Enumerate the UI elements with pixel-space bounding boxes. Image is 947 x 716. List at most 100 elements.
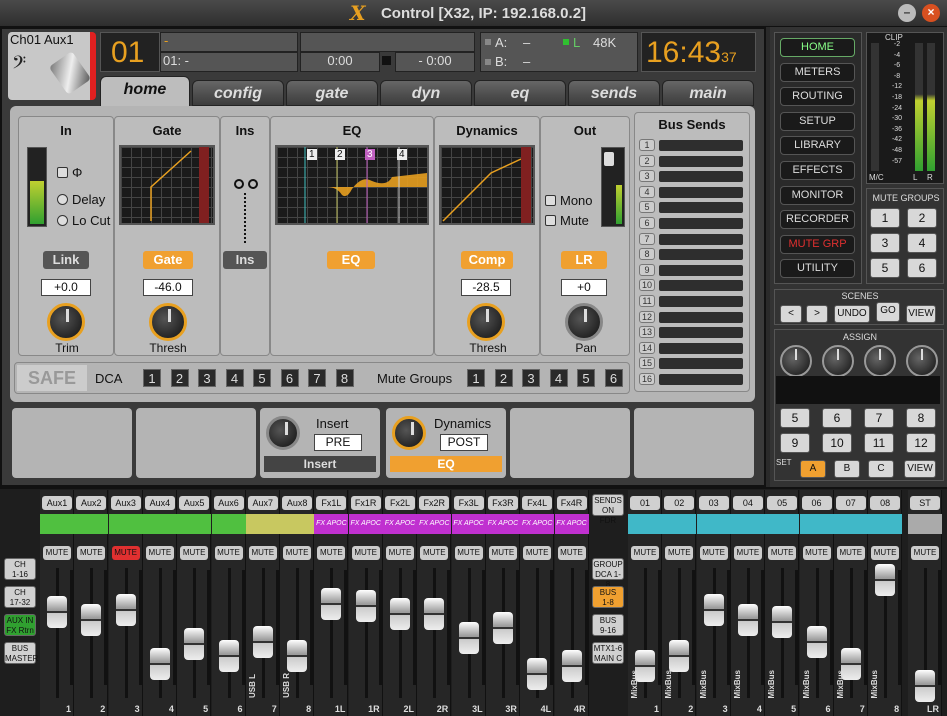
close-icon[interactable]: × xyxy=(922,4,940,22)
mute-checkbox[interactable]: Mute xyxy=(545,213,589,228)
eq-bar-button[interactable]: EQ xyxy=(390,456,502,472)
assign-knob-3[interactable] xyxy=(864,345,896,377)
mute-button[interactable]: MUTE xyxy=(768,546,797,560)
comp-thresh-knob[interactable] xyxy=(467,303,505,341)
bus-send-bar[interactable] xyxy=(659,327,743,339)
bus-send-bar[interactable] xyxy=(659,249,743,261)
dca-button-3[interactable]: 3 xyxy=(198,369,216,387)
tab-main[interactable]: main xyxy=(662,80,754,106)
mute-button[interactable]: MUTE xyxy=(145,546,174,560)
mute-button[interactable]: MUTE xyxy=(317,546,346,560)
bus-send-bar[interactable] xyxy=(659,311,743,323)
mute-button[interactable]: MUTE xyxy=(214,546,243,560)
dynamics-slot[interactable]: Dynamics POST EQ xyxy=(386,408,506,478)
fader[interactable] xyxy=(321,588,342,620)
mute-group-5[interactable]: 5 xyxy=(870,258,900,278)
mute-group-button-6[interactable]: 6 xyxy=(604,369,623,387)
tab-config[interactable]: config xyxy=(192,80,284,106)
trim-value[interactable]: +0.0 xyxy=(41,279,91,296)
bus-send-bar[interactable] xyxy=(659,296,743,307)
mute-button[interactable]: MUTE xyxy=(77,546,106,560)
mute-group-button-2[interactable]: 2 xyxy=(494,369,513,387)
mute-group-button-3[interactable]: 3 xyxy=(522,369,540,387)
insert-pre[interactable]: PRE xyxy=(314,434,362,451)
gate-button[interactable]: Gate xyxy=(143,251,193,269)
strip-name-button[interactable]: Aux8 xyxy=(282,496,313,510)
dynamics-graph[interactable] xyxy=(439,145,535,225)
tab-gate[interactable]: gate xyxy=(286,80,378,106)
mute-button[interactable]: MUTE xyxy=(43,546,71,560)
bus-send-bar[interactable] xyxy=(659,218,743,229)
fader[interactable] xyxy=(218,640,239,672)
strip-name-button[interactable]: Fx1R xyxy=(350,496,381,510)
fx-slot-2[interactable] xyxy=(136,408,256,478)
fader[interactable] xyxy=(492,612,513,644)
assign-knob-4[interactable] xyxy=(906,345,938,377)
strip-name-button[interactable]: Fx1L xyxy=(316,496,347,510)
gate-thresh-value[interactable]: -46.0 xyxy=(143,279,193,296)
eq-band-2[interactable]: 2 xyxy=(335,149,345,160)
sends-on-fader-button[interactable]: SENDS ON FDR xyxy=(592,494,624,525)
set-b-button[interactable]: B xyxy=(834,460,860,478)
pan-value[interactable]: +0 xyxy=(561,279,607,296)
mute-group-2[interactable]: 2 xyxy=(907,208,937,228)
pan-knob[interactable] xyxy=(565,303,603,341)
strip-name-button[interactable]: Aux1 xyxy=(42,496,72,510)
mute-button[interactable]: MUTE xyxy=(871,546,900,560)
fader[interactable] xyxy=(390,598,410,630)
gate-thresh-knob[interactable] xyxy=(149,303,187,341)
dynamics-knob[interactable] xyxy=(392,416,426,450)
fader[interactable] xyxy=(737,604,758,636)
fader[interactable] xyxy=(458,622,479,654)
mute-button[interactable]: MUTE xyxy=(488,546,517,560)
dca-button-1[interactable]: 1 xyxy=(143,369,161,387)
strip-name-button[interactable]: Fx2R xyxy=(419,496,450,510)
layer-ch-1-16[interactable]: CH 1-16 xyxy=(4,558,36,580)
mono-checkbox[interactable]: Mono xyxy=(545,193,593,208)
minimize-icon[interactable]: – xyxy=(898,4,916,22)
fader[interactable] xyxy=(115,594,136,626)
insert-bar-button[interactable]: Insert xyxy=(264,456,376,472)
strip-name-button[interactable]: 08 xyxy=(870,496,901,510)
safe-button[interactable]: SAFE xyxy=(17,365,87,391)
mute-button[interactable]: MUTE xyxy=(699,546,728,560)
mute-group-1[interactable]: 1 xyxy=(870,208,900,228)
bus-send-bar[interactable] xyxy=(659,264,743,276)
fader[interactable] xyxy=(875,564,896,596)
mute-group-6[interactable]: 6 xyxy=(907,258,937,278)
nav-effects[interactable]: EFFECTS xyxy=(780,161,855,180)
strip-name-button[interactable]: Fx2L xyxy=(385,496,415,510)
ins-button[interactable]: Ins xyxy=(223,251,267,269)
fader[interactable] xyxy=(47,596,67,628)
mute-button[interactable]: MUTE xyxy=(454,546,483,560)
bus-send-bar[interactable] xyxy=(659,171,743,183)
fader[interactable] xyxy=(252,626,273,658)
scene-view-button[interactable]: VIEW xyxy=(906,305,936,323)
stop-icon[interactable] xyxy=(382,56,391,65)
dca-button-5[interactable]: 5 xyxy=(253,369,271,387)
assign-knob-1[interactable] xyxy=(780,345,812,377)
dca-button-2[interactable]: 2 xyxy=(170,369,189,387)
scene-go-button[interactable]: GO xyxy=(876,302,900,322)
bus-send-bar[interactable] xyxy=(659,374,743,385)
bus-send-bar[interactable] xyxy=(659,342,743,354)
strip-name-button[interactable]: Aux7 xyxy=(247,496,278,510)
eq-graph[interactable]: 1 2 3 4 xyxy=(275,145,429,225)
mute-button[interactable]: MUTE xyxy=(523,546,552,560)
strip-name-button[interactable]: 06 xyxy=(801,496,832,510)
bus-send-bar[interactable] xyxy=(659,186,743,198)
channel-selector[interactable]: Ch01 Aux1 𝄢 xyxy=(8,32,96,100)
fader[interactable] xyxy=(424,598,445,630)
nav-routing[interactable]: ROUTING xyxy=(780,87,855,107)
fader[interactable] xyxy=(527,658,548,690)
bus-9-16-button[interactable]: BUS 9-16 xyxy=(592,614,624,636)
dca-button-4[interactable]: 4 xyxy=(225,369,244,387)
fader[interactable] xyxy=(915,670,935,702)
fader[interactable] xyxy=(355,590,376,622)
mute-button[interactable]: MUTE xyxy=(733,546,762,560)
strip-name-button[interactable]: 04 xyxy=(732,496,763,510)
bus-send-bar[interactable] xyxy=(659,280,743,292)
gate-graph[interactable] xyxy=(119,145,215,225)
mute-group-button-5[interactable]: 5 xyxy=(577,369,595,387)
strip-name-button[interactable]: Aux6 xyxy=(213,496,244,510)
